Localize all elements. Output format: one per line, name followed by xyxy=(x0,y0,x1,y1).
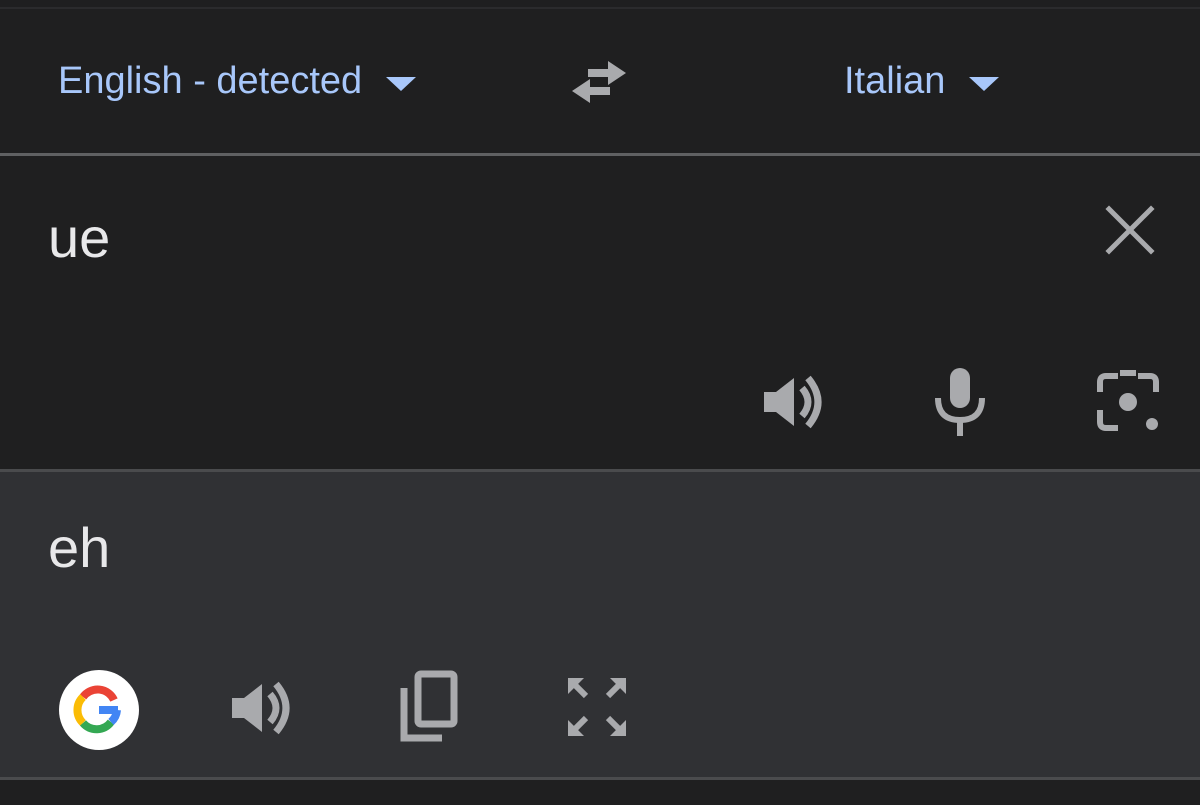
top-divider xyxy=(0,0,1200,9)
copy-icon xyxy=(400,670,458,742)
chevron-down-icon xyxy=(969,77,1000,91)
translate-app: English - detected Italian ue eh xyxy=(0,0,1200,805)
clear-button[interactable] xyxy=(1100,200,1160,260)
camera-button[interactable] xyxy=(1090,364,1166,440)
camera-lens-icon xyxy=(1097,370,1159,431)
copy-button[interactable] xyxy=(394,668,464,746)
listen-source-button[interactable] xyxy=(758,366,830,438)
google-logo-icon xyxy=(73,685,121,734)
target-language-selector[interactable]: Italian xyxy=(844,60,1000,102)
source-text-input[interactable]: ue xyxy=(48,208,110,268)
chevron-down-icon xyxy=(386,77,417,91)
translation-text: eh xyxy=(48,516,111,579)
swap-languages-icon xyxy=(572,61,626,103)
swap-languages-button[interactable] xyxy=(566,53,634,111)
speaker-icon xyxy=(232,681,290,735)
source-panel[interactable]: ue xyxy=(0,156,1200,469)
language-bar: English - detected Italian xyxy=(0,9,1200,154)
bottom-strip xyxy=(0,780,1200,805)
listen-translation-button[interactable] xyxy=(226,672,298,744)
fullscreen-button[interactable] xyxy=(562,672,632,742)
google-search-button[interactable] xyxy=(59,670,139,750)
microphone-button[interactable] xyxy=(928,364,992,440)
speaker-icon xyxy=(764,375,822,429)
microphone-icon xyxy=(935,368,985,436)
fullscreen-icon xyxy=(567,677,627,737)
target-language-label: Italian xyxy=(844,60,946,102)
translation-panel: eh xyxy=(0,472,1200,777)
source-language-label: English - detected xyxy=(58,60,363,102)
source-language-selector[interactable]: English - detected xyxy=(58,60,417,102)
close-icon xyxy=(1105,205,1155,255)
